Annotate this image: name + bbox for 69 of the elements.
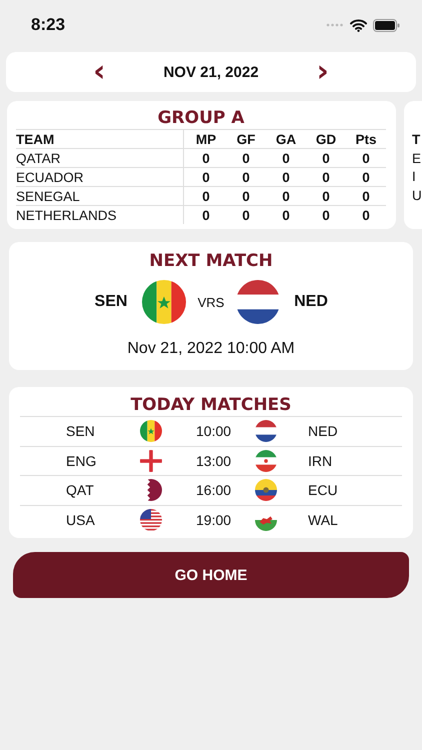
cut-off-text: E	[412, 150, 422, 168]
versus-label: VRS	[196, 294, 226, 310]
stat-cell-text: 0	[201, 170, 211, 184]
flag-icon	[236, 280, 280, 324]
team-code: NED	[308, 423, 339, 440]
cut-off-text: I	[412, 168, 417, 186]
match-time: 13:00	[196, 452, 232, 469]
column-header: GD	[314, 132, 338, 146]
flag-icon	[140, 450, 162, 472]
flag-icon	[142, 280, 186, 324]
team-code: SEN	[66, 423, 96, 440]
group-title: GROUP A	[16, 107, 386, 130]
flag-icon	[140, 420, 162, 442]
status-time: 8:23	[31, 15, 66, 35]
stat-cell-text: 0	[361, 150, 371, 166]
team-code: ENG	[66, 452, 98, 469]
stat-cell-text: 0	[361, 188, 371, 204]
team-code: ECU	[308, 482, 339, 498]
stat-cell-text: 0	[321, 208, 331, 222]
match-time: 10:00	[196, 423, 232, 440]
column-header: MP	[194, 132, 218, 146]
stat-cell-text: 0	[321, 188, 331, 204]
stat-cell-text: 0	[201, 208, 211, 222]
cut-off-text: T	[412, 131, 422, 149]
go-home-button[interactable]: GO HOME	[13, 552, 409, 598]
signal-icon	[326, 23, 344, 27]
team-name: QATAR	[16, 149, 184, 167]
stat-cell-text: 0	[241, 188, 251, 204]
stat-cell-text: 0	[281, 150, 291, 166]
team-code: NED	[293, 293, 329, 311]
stat-cell-text: 0	[241, 208, 251, 222]
current-date: NOV 21, 2022	[163, 64, 259, 80]
team-code: QAT	[66, 482, 95, 498]
team-name: SENEGAL	[16, 187, 184, 205]
match-time: 16:00	[196, 482, 232, 498]
stat-cell-text: 0	[321, 170, 331, 184]
next-day-button[interactable]: ›	[310, 59, 335, 85]
stat-cell-text: 0	[281, 208, 291, 222]
team-code: WAL	[308, 512, 339, 528]
column-header: TEAM	[16, 130, 184, 148]
column-header: GF	[236, 132, 256, 146]
stat-cell-text: 0	[281, 188, 291, 204]
match-time: 19:00	[196, 512, 232, 528]
stat-cell-text: 0	[321, 150, 331, 166]
column-header: Pts	[354, 132, 378, 146]
stat-cell-text: 0	[281, 170, 291, 184]
team-code: SEN	[94, 293, 128, 311]
flag-icon	[140, 508, 162, 531]
wifi-icon	[350, 18, 367, 32]
flag-icon	[255, 420, 277, 442]
team-code: USA	[66, 512, 96, 528]
stat-cell-text: 0	[201, 150, 211, 166]
stat-cell-text: 0	[241, 170, 251, 184]
flag-icon	[255, 479, 277, 502]
stat-cell-text: 0	[201, 188, 211, 204]
stat-cell-text: 0	[361, 170, 371, 184]
stat-cell-text: 0	[241, 150, 251, 166]
previous-day-button[interactable]: ‹	[87, 59, 112, 85]
battery-icon	[373, 18, 400, 32]
team-code: IRN	[308, 452, 334, 469]
team-name: NETHERLANDS	[16, 206, 184, 224]
match-datetime: Nov 21, 2022 10:00 AM	[127, 340, 295, 358]
card-title: NEXT MATCH	[149, 251, 273, 271]
card-title: TODAY MATCHES	[20, 394, 402, 417]
column-header: GA	[274, 132, 298, 146]
cut-off-text: U	[412, 186, 422, 204]
team-name: ECUADOR	[16, 168, 184, 186]
stat-cell-text: 0	[361, 208, 371, 222]
flag-icon	[255, 450, 277, 472]
